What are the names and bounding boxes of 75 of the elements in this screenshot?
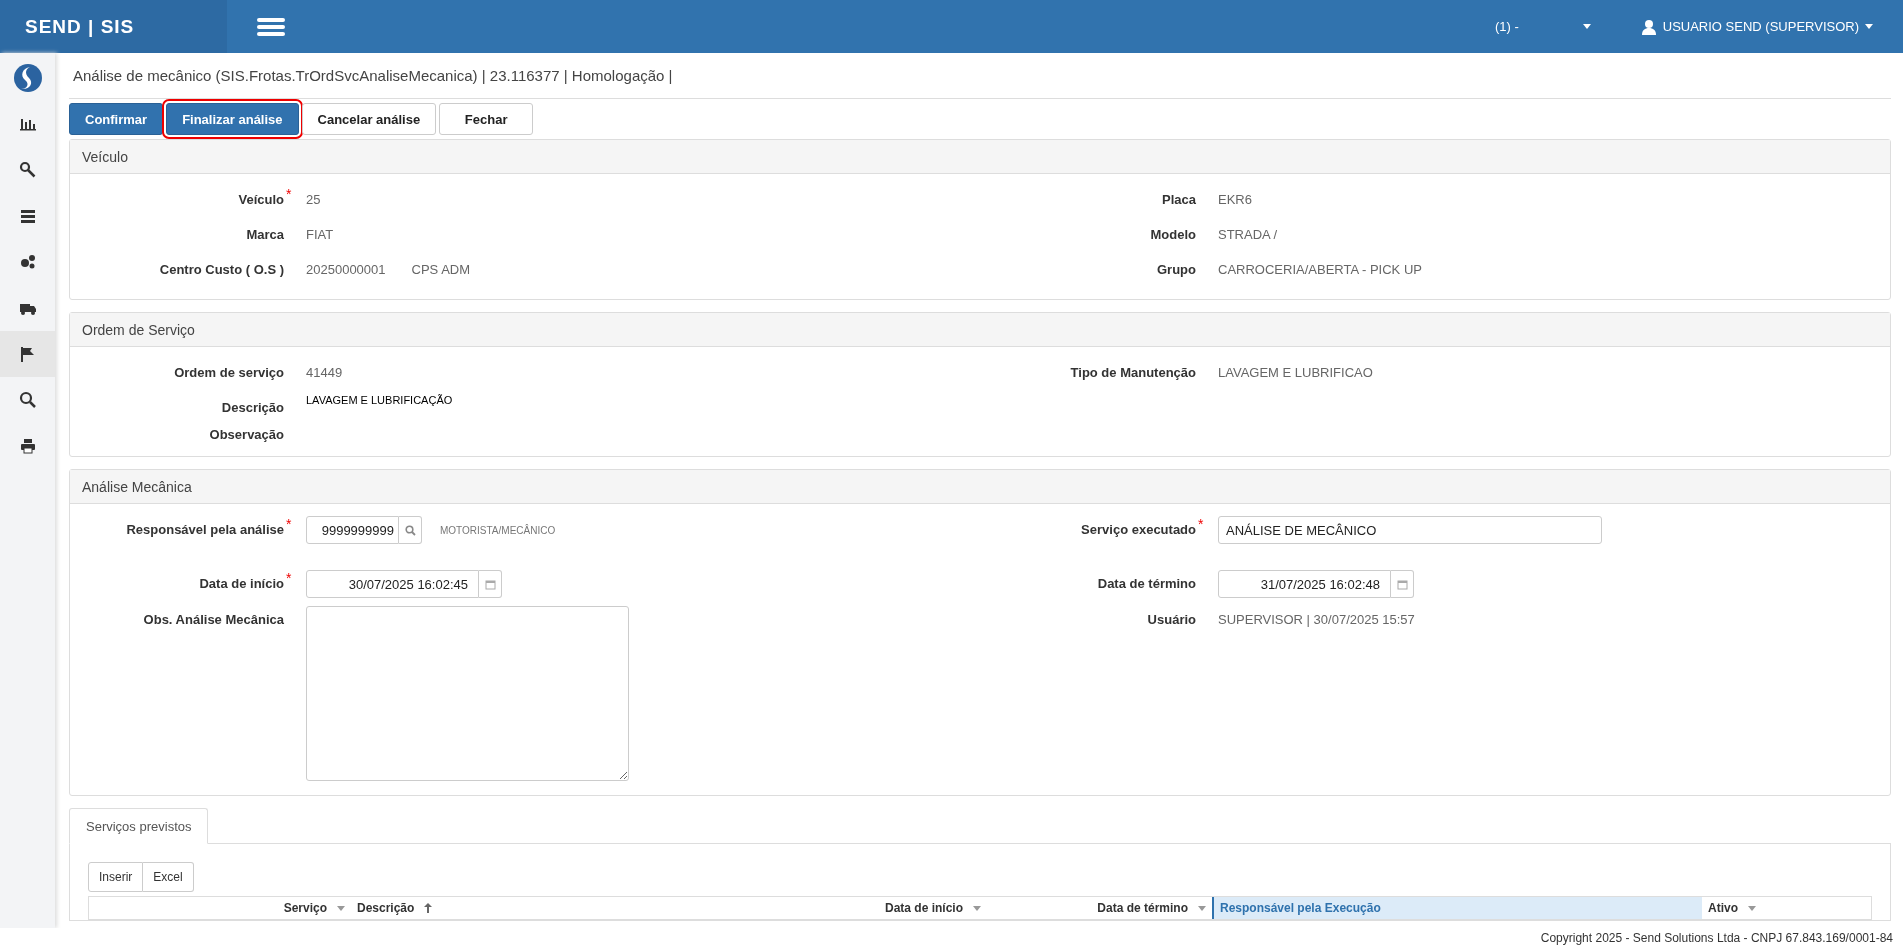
caret-icon [337,905,345,911]
caret-icon [1198,905,1206,911]
page-title: Análise de mecânico (SIS.Frotas.TrOrdSvcAnaliseMecanica) | 23.116377 | Homologação | [69,53,1891,99]
field-value: CARROCERIA/ABERTA - PICK UP [1218,262,1422,277]
field-label: Obs. Análise Mecânica [142,611,284,627]
caret-icon [1748,905,1756,911]
field-label: Marca [245,226,284,242]
toolbar-button[interactable]: Confirmar [69,103,164,135]
field-label: Grupo [1156,261,1196,277]
panel-title: Análise Mecânica [82,478,192,495]
toolbar-button[interactable]: Cancelar análise [301,103,437,135]
copyright-text: Copyright 2025 - Send Solutions Ltda - CNPJ 67.843.169/0001-84 [1540,931,1893,945]
column-header[interactable]: Data de início [739,897,987,919]
panel-title: Veículo [82,148,128,165]
input-field[interactable]: 9999999999 [306,516,399,544]
field-label: Placa [1161,191,1196,207]
required-mark: * [285,569,293,586]
sidebar-item[interactable] [0,331,55,377]
menu-icon[interactable] [257,16,285,37]
field-label: Usuário [1146,611,1196,627]
caret-icon [1582,24,1591,29]
column-header[interactable]: Ativo [1702,897,1871,919]
field-label: Observação [208,426,284,442]
field-label: Modelo [1149,226,1196,242]
field-value: EKR6 [1218,192,1252,207]
calendar-icon [484,578,496,590]
field-label: Serviço executado [1080,521,1196,537]
user-icon [1640,18,1657,35]
tab[interactable]: Serviços previstos [69,808,209,844]
date-field[interactable]: 31/07/2025 16:02:48 [1218,570,1391,598]
field-value: FIAT [306,227,334,242]
company-selector[interactable]: (1) - [1494,19,1519,34]
required-mark: * [285,515,293,532]
column-header[interactable]: Responsável pela Execução [1212,897,1702,919]
grid-button[interactable]: Inserir [88,862,144,892]
toolbar-button[interactable]: Fechar [439,103,534,135]
user-menu[interactable]: USUARIO SEND (SUPERVISOR) [1662,19,1859,34]
field-label: Tipo de Manutenção [1069,364,1196,380]
date-field[interactable]: 30/07/2025 16:02:45 [306,570,479,598]
column-header[interactable]: Data de término [987,897,1212,919]
calendar-icon [1396,578,1408,590]
field-value: 25 [306,192,321,207]
required-mark: * [1197,515,1205,532]
flag-icon [18,345,37,363]
search-button[interactable] [399,516,422,544]
search-icon [18,391,37,409]
field-value: STRADA / [1218,227,1278,242]
column-header[interactable]: Serviço [89,897,351,919]
grid-button[interactable]: Excel [143,862,194,892]
print-icon [18,437,37,455]
input-field[interactable]: ANÁLISE DE MECÂNICO [1218,516,1602,544]
field-value: 20250000001 [306,262,386,277]
field-label: Descrição [220,399,284,415]
field-value: LAVAGEM E LUBRIFICAÇÃO [306,394,453,406]
panel-title: Ordem de Serviço [82,321,195,338]
field-label: Ordem de serviço [173,364,284,380]
field-value: CPS ADM [411,262,471,277]
required-mark: * [285,185,293,202]
field-value: 41449 [306,365,343,380]
field-value: LAVAGEM E LUBRIFICAO [1218,365,1373,380]
field-label: Data de início [198,575,284,591]
field-label: Responsável pela análise [125,521,284,537]
app-logo[interactable]: SEND | SIS [0,0,227,53]
field-label: Centro Custo ( O.S ) [158,261,284,277]
sort-up-icon [424,903,433,913]
logo-icon[interactable] [12,63,43,93]
caret-icon [973,905,981,911]
caret-icon [1865,24,1873,29]
column-header[interactable]: Descrição [351,897,739,919]
field-value: SUPERVISOR | 30/07/2025 15:57 [1218,612,1415,627]
search-icon [404,524,416,536]
field-note: MOTORISTA/MECÂNICO [440,524,556,536]
field-label: Data de término [1096,575,1196,591]
field-label: Veículo [237,191,284,207]
list-icon [18,207,37,225]
